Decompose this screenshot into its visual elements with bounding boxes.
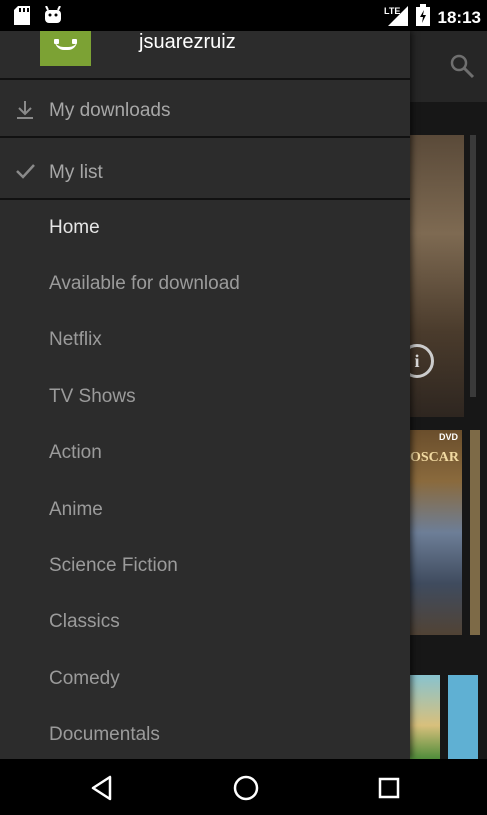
dvd-badge: DVD [438,432,458,442]
drawer-item-documentals[interactable]: Documentals [49,724,160,746]
sd-card-icon [14,6,30,30]
poster-title: OSCAR [410,450,460,465]
movie-poster[interactable] [410,675,440,759]
status-bar: LTE 18:13 [0,0,487,31]
check-icon [14,160,36,182]
system-nav-bar [0,759,487,815]
drawer-item-label: My list [49,162,103,183]
signal-icon: LTE [384,4,408,31]
drawer-item-my-downloads[interactable]: My downloads [0,82,410,138]
drawer-item-available-for-download[interactable]: Available for download [49,273,240,295]
movie-poster[interactable]: DVD OSCAR [410,430,462,635]
navigation-drawer: jsuarezruiz My downloads My list Home Av… [0,31,410,759]
drawer-item-comedy[interactable]: Comedy [49,668,120,690]
username: jsuarezruiz [139,31,236,53]
hero-scroll-strip [470,135,476,397]
android-icon [44,5,62,30]
movie-poster[interactable] [470,430,480,635]
recents-icon[interactable] [374,773,404,803]
drawer-item-my-list[interactable]: My list [0,144,410,200]
drawer-item-science-fiction[interactable]: Science Fiction [49,555,178,577]
avatar[interactable] [40,31,91,66]
drawer-item-label: My downloads [49,100,171,121]
download-icon [14,98,36,120]
drawer-item-classics[interactable]: Classics [49,611,120,633]
drawer-item-netflix[interactable]: Netflix [49,329,102,351]
search-icon[interactable] [449,53,475,84]
battery-icon [415,4,430,31]
network-label: LTE [384,6,400,16]
drawer-item-home[interactable]: Home [49,217,100,239]
home-icon[interactable] [231,773,261,803]
back-icon[interactable] [88,773,118,803]
drawer-item-tv-shows[interactable]: TV Shows [49,386,136,408]
drawer-item-action[interactable]: Action [49,442,102,464]
movie-poster[interactable] [448,675,478,759]
drawer-header: jsuarezruiz [0,31,410,80]
avatar-mouth [55,41,77,50]
clock: 18:13 [437,7,481,27]
drawer-item-anime[interactable]: Anime [49,499,103,521]
